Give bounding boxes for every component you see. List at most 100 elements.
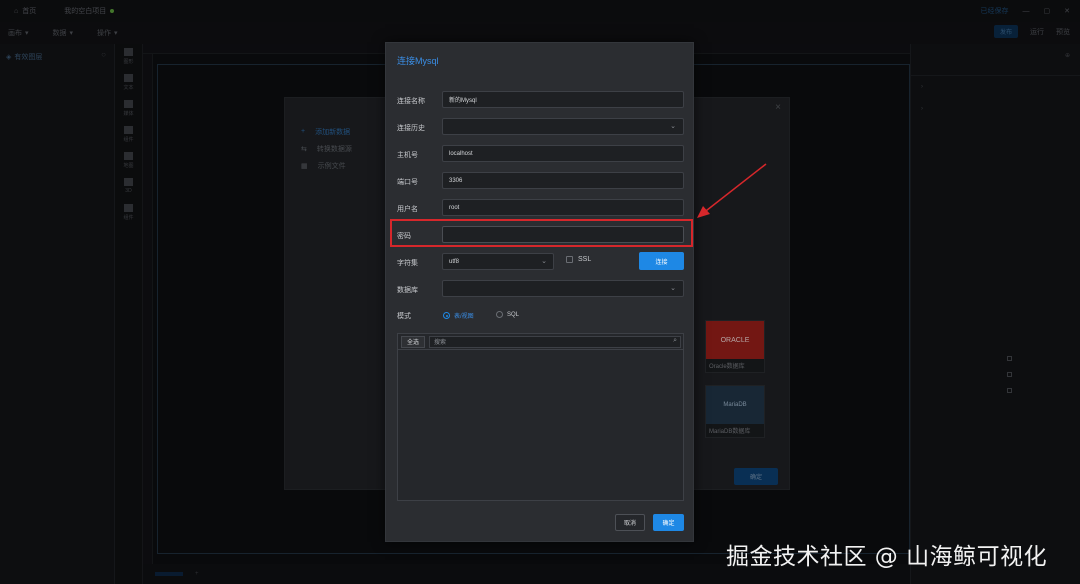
data-binding-row[interactable]: › bbox=[911, 76, 1080, 98]
port-label: 端口号 bbox=[397, 179, 418, 186]
option-row[interactable] bbox=[1007, 372, 1012, 377]
component-label: 文本 bbox=[123, 85, 134, 91]
layers-icon: ◈ bbox=[6, 54, 12, 61]
password-input[interactable] bbox=[442, 226, 684, 243]
ssl-checkbox[interactable]: SSL bbox=[566, 256, 591, 263]
component-other[interactable]: 组件 bbox=[115, 200, 142, 226]
project-tab[interactable]: 我的空白项目 bbox=[64, 6, 115, 16]
checkbox[interactable] bbox=[1007, 388, 1012, 393]
component-media[interactable]: 媒体 bbox=[115, 96, 142, 122]
save-status-badge: 已经保存 bbox=[980, 8, 1009, 15]
menu-operation[interactable]: 操作 ▾ bbox=[97, 28, 118, 38]
list-item[interactable] bbox=[911, 326, 1080, 334]
host-label: 主机号 bbox=[397, 152, 418, 159]
conn-name-label: 连接名称 bbox=[397, 98, 425, 105]
component-label: 媒体 bbox=[123, 111, 134, 117]
watermark-text: 掘金技术社区 @ 山海鲸可视化 bbox=[726, 544, 1048, 570]
chevron-right-icon: › bbox=[921, 106, 923, 112]
database-select[interactable]: ⌄ bbox=[442, 280, 684, 297]
table-list-header: 全选 搜索 ⌕ bbox=[398, 334, 683, 350]
pin-icon[interactable]: ⊕ bbox=[1065, 52, 1070, 59]
component-bar: 图形 文本 媒体 组件 地图 3D 组件 bbox=[115, 44, 143, 584]
chevron-down-icon: ⌄ bbox=[670, 285, 676, 292]
history-select[interactable]: ⌄ bbox=[442, 118, 684, 135]
back-ok-button[interactable]: 确定 bbox=[734, 468, 778, 485]
oracle-logo: ORACLE bbox=[706, 321, 764, 359]
charset-select[interactable]: utf8 ⌄ bbox=[442, 253, 554, 270]
search-icon: ⌕ bbox=[673, 336, 677, 344]
chevron-right-icon: › bbox=[921, 84, 923, 90]
menubar-actions: 发布 运行 预览 bbox=[993, 25, 1070, 38]
plus-icon: + bbox=[301, 128, 306, 135]
title-bar: ⌂ 首页 我的空白项目 已经保存 — ▢ ✕ bbox=[0, 0, 1080, 22]
mariadb-card[interactable]: MariaDB MariaDB数据库 bbox=[705, 385, 765, 438]
minimize-icon[interactable]: — bbox=[1023, 8, 1030, 15]
mariadb-card-label: MariaDB数据库 bbox=[709, 429, 751, 435]
add-page-icon[interactable]: + bbox=[189, 571, 205, 577]
cube-icon bbox=[124, 178, 133, 186]
layer-panel-title: ◈ 有效图层 bbox=[6, 52, 114, 62]
option-row[interactable] bbox=[1007, 356, 1012, 361]
run-button[interactable]: 运行 bbox=[1030, 27, 1044, 37]
charset-value: utf8 bbox=[449, 258, 460, 265]
data-fields-row[interactable]: › bbox=[911, 98, 1080, 120]
component-3d[interactable]: 3D bbox=[115, 174, 142, 200]
mode-sql-label: SQL bbox=[507, 311, 520, 318]
checkbox[interactable] bbox=[1007, 356, 1012, 361]
password-label: 密码 bbox=[397, 233, 411, 240]
chevron-down-icon: ▾ bbox=[69, 30, 74, 37]
project-label: 我的空白项目 bbox=[64, 8, 107, 15]
component-text[interactable]: 文本 bbox=[115, 70, 142, 96]
page-tab-active[interactable] bbox=[155, 572, 183, 576]
table-search-input[interactable]: 搜索 ⌕ bbox=[429, 335, 681, 348]
property-panel-header: ⊕ bbox=[911, 44, 1080, 67]
chevron-down-icon: ▾ bbox=[25, 30, 29, 37]
search-icon[interactable]: ○ bbox=[101, 50, 106, 59]
ok-button[interactable]: 确定 bbox=[653, 514, 684, 531]
menu-convert-label: 转换数据源 bbox=[316, 145, 352, 153]
shape-icon bbox=[124, 48, 133, 56]
component-widget[interactable]: 组件 bbox=[115, 122, 142, 148]
component-map[interactable]: 地图 bbox=[115, 148, 142, 174]
connect-button[interactable]: 连接 bbox=[639, 252, 684, 270]
component-shape[interactable]: 图形 bbox=[115, 44, 142, 70]
window-controls: 已经保存 — ▢ ✕ bbox=[981, 0, 1071, 22]
select-all-button[interactable]: 全选 bbox=[401, 335, 425, 348]
home-tab[interactable]: ⌂ 首页 bbox=[14, 6, 36, 16]
media-icon bbox=[124, 100, 133, 108]
map-icon bbox=[124, 152, 133, 160]
mode-radio-sql[interactable]: SQL bbox=[496, 311, 519, 318]
ruler-vertical bbox=[143, 54, 153, 564]
menu-convert-source[interactable]: ⇆ 转换数据源 bbox=[301, 140, 352, 157]
preview-button[interactable]: 预览 bbox=[1056, 27, 1070, 37]
cancel-button[interactable]: 取消 bbox=[615, 514, 645, 531]
database-label: 数据库 bbox=[397, 287, 418, 294]
conn-name-input[interactable]: 新的Mysql bbox=[442, 91, 684, 108]
user-label: 用户名 bbox=[397, 206, 418, 213]
dialog-title: 连接Mysql bbox=[397, 56, 439, 66]
mode-table-label: 表/视图 bbox=[454, 314, 474, 320]
publish-button[interactable]: 发布 bbox=[993, 25, 1018, 38]
app-window: ⌂ 首页 我的空白项目 已经保存 — ▢ ✕ 画布 ▾ 数据 ▾ 操作 ▾ 发布 运行… bbox=[0, 0, 1080, 584]
menu-add-data[interactable]: + 添加新数据 bbox=[301, 123, 352, 140]
oracle-card-label: Oracle数据库 bbox=[709, 364, 745, 370]
data-source-menu: + 添加新数据 ⇆ 转换数据源 ▦ 示例文件 bbox=[301, 123, 352, 174]
component-label: 3D bbox=[125, 188, 132, 194]
maximize-icon[interactable]: ▢ bbox=[1044, 7, 1051, 15]
close-icon[interactable]: × bbox=[775, 102, 781, 113]
widget-icon bbox=[124, 126, 133, 134]
search-placeholder: 搜索 bbox=[434, 340, 447, 346]
host-input[interactable]: localhost bbox=[442, 145, 684, 162]
user-input[interactable]: root bbox=[442, 199, 684, 216]
menu-sample-file[interactable]: ▦ 示例文件 bbox=[301, 157, 352, 174]
mode-radio-table[interactable]: 表/视图 bbox=[443, 311, 474, 320]
option-row[interactable] bbox=[1007, 388, 1012, 393]
radio-icon bbox=[496, 311, 503, 318]
checkbox[interactable] bbox=[1007, 372, 1012, 377]
oracle-card[interactable]: ORACLE Oracle数据库 bbox=[705, 320, 765, 373]
port-input[interactable]: 3306 bbox=[442, 172, 684, 189]
close-icon[interactable]: ✕ bbox=[1064, 7, 1070, 15]
menu-data[interactable]: 数据 ▾ bbox=[53, 28, 74, 38]
menu-bar: 画布 ▾ 数据 ▾ 操作 ▾ 发布 运行 预览 bbox=[0, 22, 1080, 44]
menu-canvas[interactable]: 画布 ▾ bbox=[8, 28, 29, 38]
